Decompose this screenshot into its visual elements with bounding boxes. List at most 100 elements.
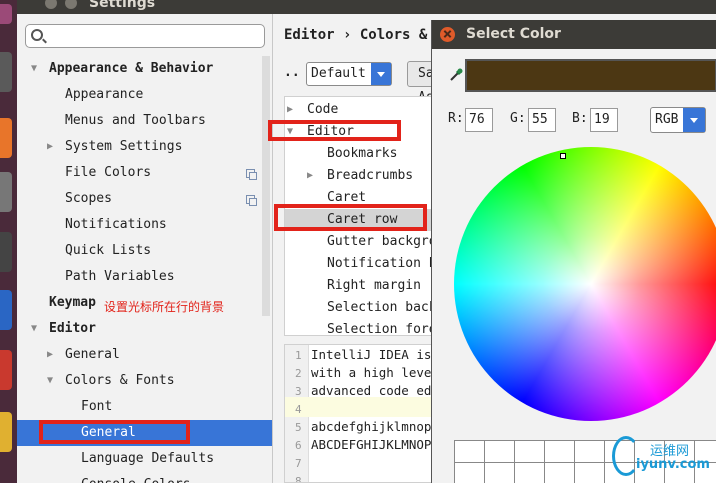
chevron-right-icon[interactable]: ▶ (47, 342, 53, 368)
sidebar-item-path-variables[interactable]: Path Variables (17, 264, 272, 290)
project-scope-icon (246, 169, 257, 180)
b-input[interactable]: 19 (590, 108, 618, 132)
rgb-row: R: 76 G: 55 B: 19 RGB # (448, 107, 716, 133)
sidebar-item-language-defaults[interactable]: Language Defaults (17, 446, 272, 472)
sidebar-item-label: Quick Lists (65, 243, 152, 258)
color-wheel[interactable] (454, 147, 716, 421)
chevron-down-icon[interactable] (371, 63, 391, 85)
sidebar-item-label: Appearance & Behavior (49, 61, 214, 76)
line-number: 5 (295, 421, 302, 434)
line-number: 1 (295, 349, 302, 362)
settings-sidebar: ▼ Appearance & Behavior Appearance Menus an… (17, 14, 272, 483)
sidebar-item-label: Scopes (65, 191, 112, 206)
scheme-label: .. (284, 65, 300, 80)
chevron-right-icon[interactable]: ▶ (287, 99, 293, 121)
sidebar-item-notifications[interactable]: Notifications (17, 212, 272, 238)
recent-color-cell[interactable] (575, 441, 605, 463)
r-input[interactable]: 76 (465, 108, 493, 132)
search-input[interactable] (25, 24, 265, 48)
launcher-app-icon[interactable] (0, 4, 12, 24)
g-label: G: (510, 111, 526, 126)
scheme-select[interactable]: Default (306, 62, 392, 86)
chevron-down-icon[interactable]: ▼ (31, 316, 37, 342)
scheme-value: Default (311, 66, 366, 81)
unity-launcher (0, 0, 17, 483)
window-close-icon[interactable] (45, 0, 57, 9)
code-preview[interactable]: 1 IntelliJ IDEA is a full-featured IDE 2 wi… (284, 344, 444, 483)
color-mode-value: RGB (655, 112, 679, 127)
recent-color-cell[interactable] (455, 463, 485, 483)
sidebar-item-general[interactable]: ▶ General (17, 342, 272, 368)
line-number: 4 (295, 403, 302, 416)
color-tree-item-selection-foreground[interactable]: Selection foreground (285, 319, 443, 335)
launcher-app-icon[interactable] (0, 290, 12, 330)
color-preview-swatch (465, 59, 716, 92)
g-input[interactable]: 55 (528, 108, 556, 132)
color-tree-item-bookmarks[interactable]: Bookmarks (285, 143, 443, 165)
chevron-right-icon[interactable]: ▶ (47, 134, 53, 160)
preview-line: advanced code editing and refactoring su… (311, 383, 443, 398)
sidebar-scrollbar[interactable] (262, 56, 270, 316)
recent-color-cell[interactable] (545, 463, 575, 483)
sidebar-item-label: Console Colors (81, 472, 191, 483)
color-tree-item-code[interactable]: ▶ Code (285, 99, 443, 121)
color-tree-item-breadcrumbs[interactable]: ▶ Breadcrumbs (285, 165, 443, 187)
line-number: 2 (295, 367, 302, 380)
caret-row-highlight (285, 397, 443, 417)
recent-color-cell[interactable] (485, 441, 515, 463)
recent-color-cell[interactable] (515, 441, 545, 463)
sidebar-item-label: Menus and Toolbars (65, 113, 206, 128)
sidebar-item-label: Path Variables (65, 269, 175, 284)
preview-line: IntelliJ IDEA is a full-featured IDE (311, 347, 443, 362)
color-tree-item-label: Breadcrumbs (327, 168, 414, 183)
sidebar-item-label: General (65, 347, 120, 362)
launcher-app-icon[interactable] (0, 412, 12, 452)
sidebar-item-appearance[interactable]: Appearance (17, 82, 272, 108)
launcher-app-icon[interactable] (0, 172, 12, 212)
recent-color-cell[interactable] (515, 463, 545, 483)
sidebar-item-editor[interactable]: ▼ Editor (17, 316, 272, 342)
sidebar-item-scopes[interactable]: Scopes (17, 186, 272, 212)
chevron-down-icon[interactable]: ▼ (47, 368, 53, 394)
annotation-box-editor (268, 120, 401, 141)
dialog-title: Select Color (466, 26, 561, 42)
sidebar-item-file-colors[interactable]: File Colors (17, 160, 272, 186)
sidebar-item-colors-fonts[interactable]: ▼ Colors & Fonts (17, 368, 272, 394)
sidebar-item-label: Colors & Fonts (65, 373, 175, 388)
color-tree-item-right-margin[interactable]: Right margin (285, 275, 443, 297)
eyedropper-icon[interactable] (448, 67, 464, 83)
window-minimize-icon[interactable] (65, 0, 77, 9)
sidebar-item-appearance-behavior[interactable]: ▼ Appearance & Behavior (17, 56, 272, 82)
recent-color-cell[interactable] (455, 441, 485, 463)
recent-color-cell[interactable] (485, 463, 515, 483)
watermark: 运维网 iyunv.com (612, 436, 716, 483)
sidebar-item-label: Language Defaults (81, 451, 215, 466)
color-tree-item-label: Bookmarks (327, 146, 398, 161)
sidebar-item-menus-and-toolbars[interactable]: Menus and Toolbars (17, 108, 272, 134)
color-wheel-picker[interactable] (560, 153, 566, 159)
recent-color-cell[interactable] (575, 463, 605, 483)
color-tree-item-notification-background[interactable]: Notification background (285, 253, 443, 275)
launcher-app-icon[interactable] (0, 118, 12, 158)
search-icon (31, 29, 43, 41)
chevron-right-icon[interactable]: ▶ (307, 165, 313, 187)
color-mode-select[interactable]: RGB (650, 107, 706, 133)
launcher-app-icon[interactable] (0, 350, 12, 390)
recent-color-cell[interactable] (545, 441, 575, 463)
color-tree-item-gutter-background[interactable]: Gutter background (285, 231, 443, 253)
annotation-box-caret-row (274, 204, 427, 231)
sidebar-item-console-colors[interactable]: Console Colors (17, 472, 272, 483)
launcher-app-icon[interactable] (0, 52, 12, 92)
launcher-app-icon[interactable] (0, 232, 12, 272)
sidebar-item-label: Appearance (65, 87, 144, 102)
color-tree-item-label: Notification background (327, 256, 443, 271)
sidebar-item-system-settings[interactable]: ▶ System Settings (17, 134, 272, 160)
sidebar-item-font[interactable]: Font (17, 394, 272, 420)
close-icon[interactable] (440, 27, 455, 42)
color-tree-item-label: Right margin (327, 278, 421, 293)
sidebar-item-label: Editor (49, 321, 96, 336)
color-tree-item-selection-background[interactable]: Selection background (285, 297, 443, 319)
chevron-down-icon[interactable]: ▼ (31, 56, 37, 82)
sidebar-item-quick-lists[interactable]: Quick Lists (17, 238, 272, 264)
chevron-down-icon[interactable] (683, 108, 705, 132)
